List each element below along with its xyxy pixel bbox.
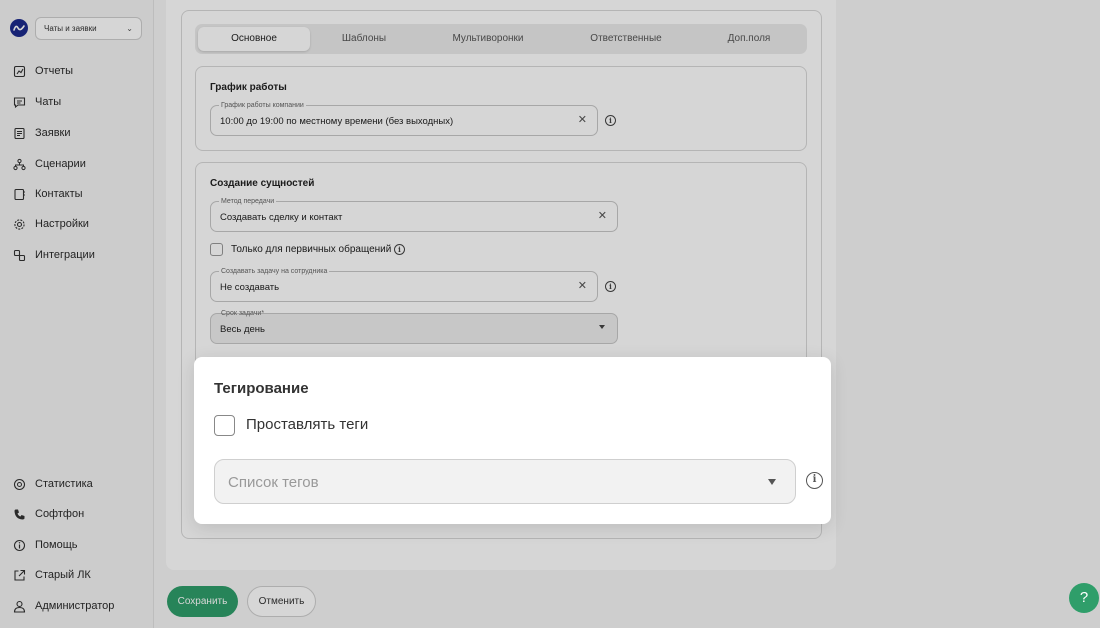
tags-list-placeholder: Список тегов: [228, 474, 319, 491]
info-icon[interactable]: i: [806, 472, 823, 489]
set-tags-checkbox[interactable]: [214, 415, 235, 436]
caret-down-icon: [768, 479, 776, 485]
set-tags-label: Проставлять теги: [246, 416, 369, 433]
tagging-title: Тегирование: [214, 380, 309, 397]
help-button[interactable]: ?: [1069, 583, 1099, 613]
tags-list-select[interactable]: Список тегов: [214, 459, 796, 504]
dim-overlay[interactable]: [0, 0, 1100, 628]
tagging-popup: Тегирование Проставлять теги Список тего…: [194, 357, 831, 524]
